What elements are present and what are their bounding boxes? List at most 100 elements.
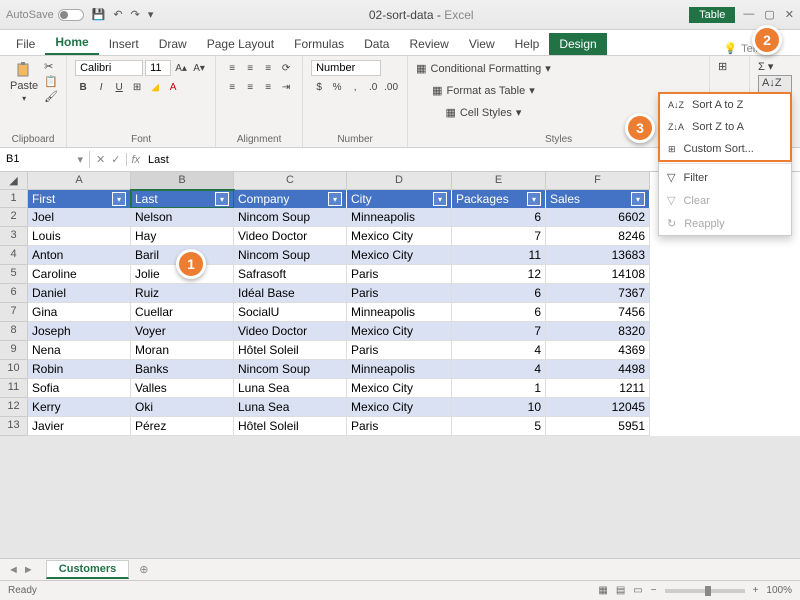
increase-decimal-icon[interactable]: .0 bbox=[365, 79, 381, 95]
cell[interactable]: Hôtel Soleil bbox=[234, 417, 347, 436]
zoom-level[interactable]: 100% bbox=[766, 585, 792, 596]
tab-page-layout[interactable]: Page Layout bbox=[197, 33, 284, 55]
insert-cells-icon[interactable]: ⊞ bbox=[718, 60, 727, 73]
align-left-icon[interactable]: ≡ bbox=[224, 79, 240, 95]
filter-dropdown-icon[interactable]: ▾ bbox=[215, 192, 229, 206]
filter-dropdown-icon[interactable]: ▾ bbox=[328, 192, 342, 206]
decrease-decimal-icon[interactable]: .00 bbox=[383, 79, 399, 95]
conditional-formatting-button[interactable]: ▦Conditional Formatting ▾ bbox=[416, 60, 551, 78]
tab-home[interactable]: Home bbox=[45, 31, 98, 55]
cell[interactable]: Pérez bbox=[131, 417, 234, 436]
copy-icon[interactable]: 📋 bbox=[44, 75, 58, 88]
undo-icon[interactable]: ↶ bbox=[113, 8, 122, 21]
cell[interactable]: 8320 bbox=[546, 322, 650, 341]
row-header-13[interactable]: 13 bbox=[0, 417, 28, 436]
select-all[interactable]: ◢ bbox=[0, 172, 28, 190]
cell[interactable]: Nincom Soup bbox=[234, 208, 347, 227]
view-normal-icon[interactable]: ▦ bbox=[598, 585, 607, 596]
format-as-table-button[interactable]: ▦Format as Table ▾ bbox=[432, 82, 535, 100]
table-header-last[interactable]: Last▾ bbox=[131, 190, 234, 208]
row-header-6[interactable]: 6 bbox=[0, 284, 28, 303]
cell[interactable]: Paris bbox=[347, 417, 452, 436]
zoom-in-icon[interactable]: + bbox=[753, 585, 759, 596]
cell[interactable]: Mexico City bbox=[347, 398, 452, 417]
cell[interactable]: 7456 bbox=[546, 303, 650, 322]
sheet-tab-customers[interactable]: Customers bbox=[46, 560, 129, 579]
cell[interactable]: 7 bbox=[452, 322, 546, 341]
close-icon[interactable]: ✕ bbox=[785, 8, 794, 21]
cell[interactable]: 6 bbox=[452, 303, 546, 322]
table-header-company[interactable]: Company▾ bbox=[234, 190, 347, 208]
italic-button[interactable]: I bbox=[93, 79, 109, 95]
cell[interactable]: Caroline bbox=[28, 265, 131, 284]
cell[interactable]: Joel bbox=[28, 208, 131, 227]
row-header-9[interactable]: 9 bbox=[0, 341, 28, 360]
cell[interactable]: Nincom Soup bbox=[234, 246, 347, 265]
cell[interactable]: 5 bbox=[452, 417, 546, 436]
bold-button[interactable]: B bbox=[75, 79, 91, 95]
table-header-sales[interactable]: Sales▾ bbox=[546, 190, 650, 208]
filter-dropdown-icon[interactable]: ▾ bbox=[527, 192, 541, 206]
cell[interactable]: 1211 bbox=[546, 379, 650, 398]
cell[interactable]: Cuellar bbox=[131, 303, 234, 322]
tab-file[interactable]: File bbox=[6, 33, 45, 55]
cell[interactable]: Nelson bbox=[131, 208, 234, 227]
cell[interactable]: 1 bbox=[452, 379, 546, 398]
row-header-8[interactable]: 8 bbox=[0, 322, 28, 341]
table-header-packages[interactable]: Packages▾ bbox=[452, 190, 546, 208]
cell[interactable]: Louis bbox=[28, 227, 131, 246]
cell[interactable]: 4498 bbox=[546, 360, 650, 379]
paste-button[interactable]: Paste▾ bbox=[8, 60, 40, 105]
cell[interactable]: 8246 bbox=[546, 227, 650, 246]
row-header-3[interactable]: 3 bbox=[0, 227, 28, 246]
cell[interactable]: Minneapolis bbox=[347, 303, 452, 322]
zoom-slider[interactable] bbox=[665, 589, 745, 593]
cell[interactable]: Joseph bbox=[28, 322, 131, 341]
cell[interactable]: 11 bbox=[452, 246, 546, 265]
cell[interactable]: 4 bbox=[452, 341, 546, 360]
cell[interactable]: Voyer bbox=[131, 322, 234, 341]
cell[interactable]: Mexico City bbox=[347, 379, 452, 398]
save-icon[interactable]: 💾 bbox=[92, 8, 106, 21]
cell[interactable]: Javier bbox=[28, 417, 131, 436]
font-size-combo[interactable] bbox=[145, 60, 171, 76]
indent-icon[interactable]: ⇥ bbox=[278, 79, 294, 95]
cell[interactable]: Mexico City bbox=[347, 246, 452, 265]
cell[interactable]: Hay bbox=[131, 227, 234, 246]
underline-button[interactable]: U bbox=[111, 79, 127, 95]
cell[interactable]: Moran bbox=[131, 341, 234, 360]
cell[interactable]: Paris bbox=[347, 284, 452, 303]
percent-icon[interactable]: % bbox=[329, 79, 345, 95]
cell[interactable]: Luna Sea bbox=[234, 379, 347, 398]
cell[interactable]: SocialU bbox=[234, 303, 347, 322]
table-header-first[interactable]: First▾ bbox=[28, 190, 131, 208]
cell-styles-button[interactable]: ▦Cell Styles ▾ bbox=[445, 104, 521, 122]
align-right-icon[interactable]: ≡ bbox=[260, 79, 276, 95]
cell[interactable]: Valles bbox=[131, 379, 234, 398]
cell[interactable]: 7 bbox=[452, 227, 546, 246]
cell[interactable]: 4369 bbox=[546, 341, 650, 360]
row-header-7[interactable]: 7 bbox=[0, 303, 28, 322]
border-button[interactable]: ⊞ bbox=[129, 79, 145, 95]
cell[interactable]: Nena bbox=[28, 341, 131, 360]
enter-fx-icon[interactable]: ✓ bbox=[111, 153, 120, 166]
cell[interactable]: Video Doctor bbox=[234, 322, 347, 341]
row-header-11[interactable]: 11 bbox=[0, 379, 28, 398]
tab-insert[interactable]: Insert bbox=[99, 33, 149, 55]
row-header-10[interactable]: 10 bbox=[0, 360, 28, 379]
font-color-button[interactable]: A bbox=[165, 79, 181, 95]
cell[interactable]: 10 bbox=[452, 398, 546, 417]
new-sheet-icon[interactable]: ⊕ bbox=[133, 563, 154, 576]
cell[interactable]: 12045 bbox=[546, 398, 650, 417]
font-name-combo[interactable] bbox=[75, 60, 143, 76]
cancel-fx-icon[interactable]: ✕ bbox=[96, 153, 105, 166]
zoom-out-icon[interactable]: − bbox=[651, 585, 657, 596]
table-header-city[interactable]: City▾ bbox=[347, 190, 452, 208]
col-header-F[interactable]: F bbox=[546, 172, 650, 190]
cell[interactable]: 14108 bbox=[546, 265, 650, 284]
cell[interactable]: Nincom Soup bbox=[234, 360, 347, 379]
autosum-icon[interactable]: Σ ▾ bbox=[758, 60, 773, 73]
align-top-icon[interactable]: ≡ bbox=[224, 60, 240, 76]
fx-icon[interactable]: fx bbox=[127, 154, 144, 166]
tab-formulas[interactable]: Formulas bbox=[284, 33, 354, 55]
